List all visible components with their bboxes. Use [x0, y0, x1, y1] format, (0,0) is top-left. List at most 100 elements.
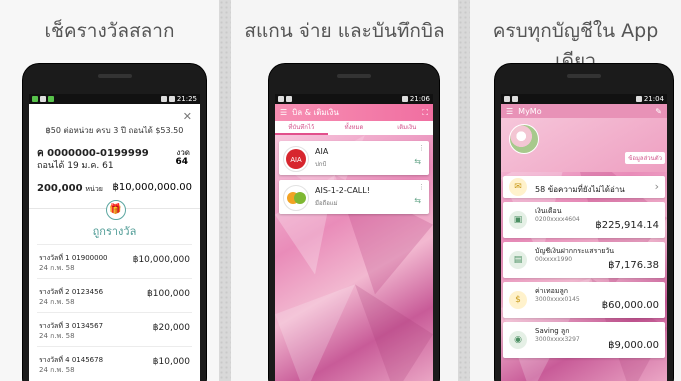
app-title: MyMo [518, 106, 542, 116]
app-bar: ☰ MyMo ✎ [501, 104, 667, 118]
account-card[interactable]: ▣ เงินเดือน 0200xxxx4604 ฿225,914.14 [503, 202, 665, 238]
app-bar: ☰ บิล & เติมเงิน ⛶ [275, 104, 433, 121]
bill-card[interactable]: AIS-1-2-CALL! มือถือแม่ ⋮ ⇆ [279, 180, 429, 214]
prize-row: รางวัลที่ 3 0134567 24 ก.พ. 58 ฿20,000 [37, 312, 192, 347]
prize-amount: ฿10,000 [152, 357, 190, 367]
phone-frame: 21:25 ✕ ฿50 ต่อหน่วย ครบ 3 ปี ถอนได้ $53… [23, 64, 206, 381]
panel-caption: สแกน จ่าย และบันทึกบิล [244, 20, 445, 42]
more-icon[interactable]: ⋮ [418, 183, 425, 191]
avatar[interactable] [509, 124, 539, 154]
prize-amount: ฿100,000 [147, 289, 190, 299]
menu-icon[interactable]: ☰ [275, 108, 292, 117]
notification-icon [278, 96, 284, 102]
prize-date: 24 ก.พ. 58 [39, 366, 75, 374]
prize-date: 24 ก.พ. 58 [39, 298, 75, 306]
notification-icon [32, 96, 38, 102]
status-bar: 21:04 [501, 94, 667, 104]
ais-logo [283, 185, 309, 211]
phone-speaker [567, 74, 601, 78]
tab-topup[interactable]: เติมเงิน [380, 121, 433, 135]
biller-name: AIS-1-2-CALL! [315, 186, 370, 195]
unit-qty: 200,000 [37, 183, 83, 194]
phone-frame: 21:06 ☰ บิล & เติมเงิน ⛶ ที่บันทึกไว้ ทั… [269, 64, 439, 381]
account-card[interactable]: ◉ Saving ลูก 3000xxxx3297 ฿9,000.00 [503, 322, 665, 358]
account-card[interactable]: $ ค่าเทอมลูก 3000xxxx0145 ฿60,000.00 [503, 282, 665, 318]
account-balance: ฿9,000.00 [608, 340, 659, 351]
prize-date: 24 ก.พ. 58 [39, 332, 75, 340]
scan-icon[interactable]: ⛶ [422, 108, 433, 118]
account-card[interactable]: ▤ บัญชีเงินฝากกระแสรายวัน 00xxxx1990 ฿7,… [503, 242, 665, 278]
menu-icon[interactable]: ☰ [501, 107, 518, 116]
price-note: ฿50 ต่อหน่วย ครบ 3 ปี ถอนได้ $53.50 [45, 126, 184, 135]
phone-speaker [97, 74, 132, 78]
account-number: 3000xxxx0145 [535, 296, 580, 303]
total-prize: ฿10,000,000.00 [112, 182, 192, 193]
account-balance: ฿225,914.14 [595, 220, 659, 231]
close-icon[interactable]: ✕ [183, 110, 192, 123]
transfer-icon[interactable]: ⇆ [414, 196, 421, 205]
panel-divider [219, 0, 231, 381]
money-bag-icon: $ [509, 291, 527, 309]
withdraw-date: ถอนได้ 19 ม.ค. 61 [37, 161, 114, 171]
svg-text:AIA: AIA [290, 157, 302, 164]
biller-note: มือถือแม่ [315, 200, 338, 207]
wifi-icon [160, 96, 167, 102]
prize-amount: ฿20,000 [152, 323, 190, 333]
biller-note: ปกป้ [315, 161, 327, 168]
account-balance: ฿7,176.38 [608, 260, 659, 271]
account-balance: ฿60,000.00 [601, 300, 659, 311]
signal-icon [635, 96, 642, 102]
notification-icon [504, 96, 510, 102]
wallet-icon: ▣ [509, 211, 527, 229]
biller-name: AIA [315, 147, 329, 156]
status-bar: 21:25 [29, 94, 200, 104]
unit-label: หน่วย [85, 185, 103, 193]
prize-row: รางวัลที่ 1 01900000 24 ก.พ. 58 ฿10,000,… [37, 244, 192, 279]
lottery-detail: ✕ ฿50 ต่อหน่วย ครบ 3 ปี ถอนได้ $53.50 ค … [29, 104, 200, 381]
panel-divider [458, 0, 470, 381]
gift-icon: 🎁 [105, 200, 126, 220]
app-title: บิล & เติมเงิน [292, 108, 339, 117]
edit-icon[interactable]: ✎ [655, 107, 667, 116]
transfer-icon[interactable]: ⇆ [414, 157, 421, 166]
notification-icon [512, 96, 518, 102]
notification-icon [286, 96, 292, 102]
bill-card[interactable]: AIA AIA ปกป้ ⋮ ⇆ [279, 141, 429, 175]
chevron-right-icon: › [654, 180, 659, 193]
mail-icon: ✉ [509, 178, 527, 196]
tab-bar: ที่บันทึกไว้ ทั้งหมด เติมเงิน [275, 121, 433, 135]
account-number: 3000xxxx3297 [535, 336, 580, 343]
more-icon[interactable]: ⋮ [418, 144, 425, 152]
tab-saved[interactable]: ที่บันทึกไว้ [275, 121, 328, 135]
notification-icon [48, 96, 54, 102]
check-prize-label[interactable]: ถูกรางวัล [29, 222, 200, 240]
status-time: 21:06 [409, 95, 430, 103]
status-time: 21:25 [176, 95, 197, 103]
messages-row[interactable]: ✉ 58 ข้อความที่ยังไม่ได้อ่าน › [503, 176, 665, 198]
profile-info-button[interactable]: ข้อมูลส่วนตัว [625, 152, 665, 164]
panel-caption: เช็ครางวัลสลาก [44, 20, 175, 42]
profile-header: ข้อมูลส่วนตัว [501, 118, 667, 172]
phone-screen: 21:04 ☰ MyMo ✎ ข้อมูลส่วนตัว ✉ 58 ข้อควา… [501, 94, 667, 381]
phone-speaker [337, 74, 371, 78]
period-value: 64 [175, 157, 188, 167]
piggy-bank-icon: ◉ [509, 331, 527, 349]
phone-screen: 21:25 ✕ ฿50 ต่อหน่วย ครบ 3 ปี ถอนได้ $53… [29, 94, 200, 381]
account-number: 0200xxxx4604 [535, 216, 580, 223]
phone-frame: 21:04 ☰ MyMo ✎ ข้อมูลส่วนตัว ✉ 58 ข้อควา… [495, 64, 673, 381]
prize-amount: ฿10,000,000 [132, 255, 190, 265]
promo-panel-bills: สแกน จ่าย และบันทึกบิล 21:06 ☰ บิล & เติ… [231, 0, 458, 381]
account-number: 00xxxx1990 [535, 256, 573, 263]
promo-panel-accounts: ครบทุกบัญชีใน App เดียว 21:04 ☰ MyMo ✎ ข… [470, 0, 681, 381]
phone-screen: 21:06 ☰ บิล & เติมเงิน ⛶ ที่บันทึกไว้ ทั… [275, 94, 433, 381]
prize-date: 24 ก.พ. 58 [39, 264, 75, 272]
prize-row: รางวัลที่ 4 0145678 24 ก.พ. 58 ฿10,000 [37, 346, 192, 381]
prize-row: รางวัลที่ 2 0123456 24 ก.พ. 58 ฿100,000 [37, 278, 192, 313]
notification-icon [40, 96, 46, 102]
status-bar: 21:06 [275, 94, 433, 104]
account-icon: ▤ [509, 251, 527, 269]
status-time: 21:04 [643, 95, 664, 103]
aia-logo: AIA [283, 146, 309, 172]
signal-icon [168, 96, 175, 102]
tab-all[interactable]: ทั้งหมด [328, 121, 381, 135]
